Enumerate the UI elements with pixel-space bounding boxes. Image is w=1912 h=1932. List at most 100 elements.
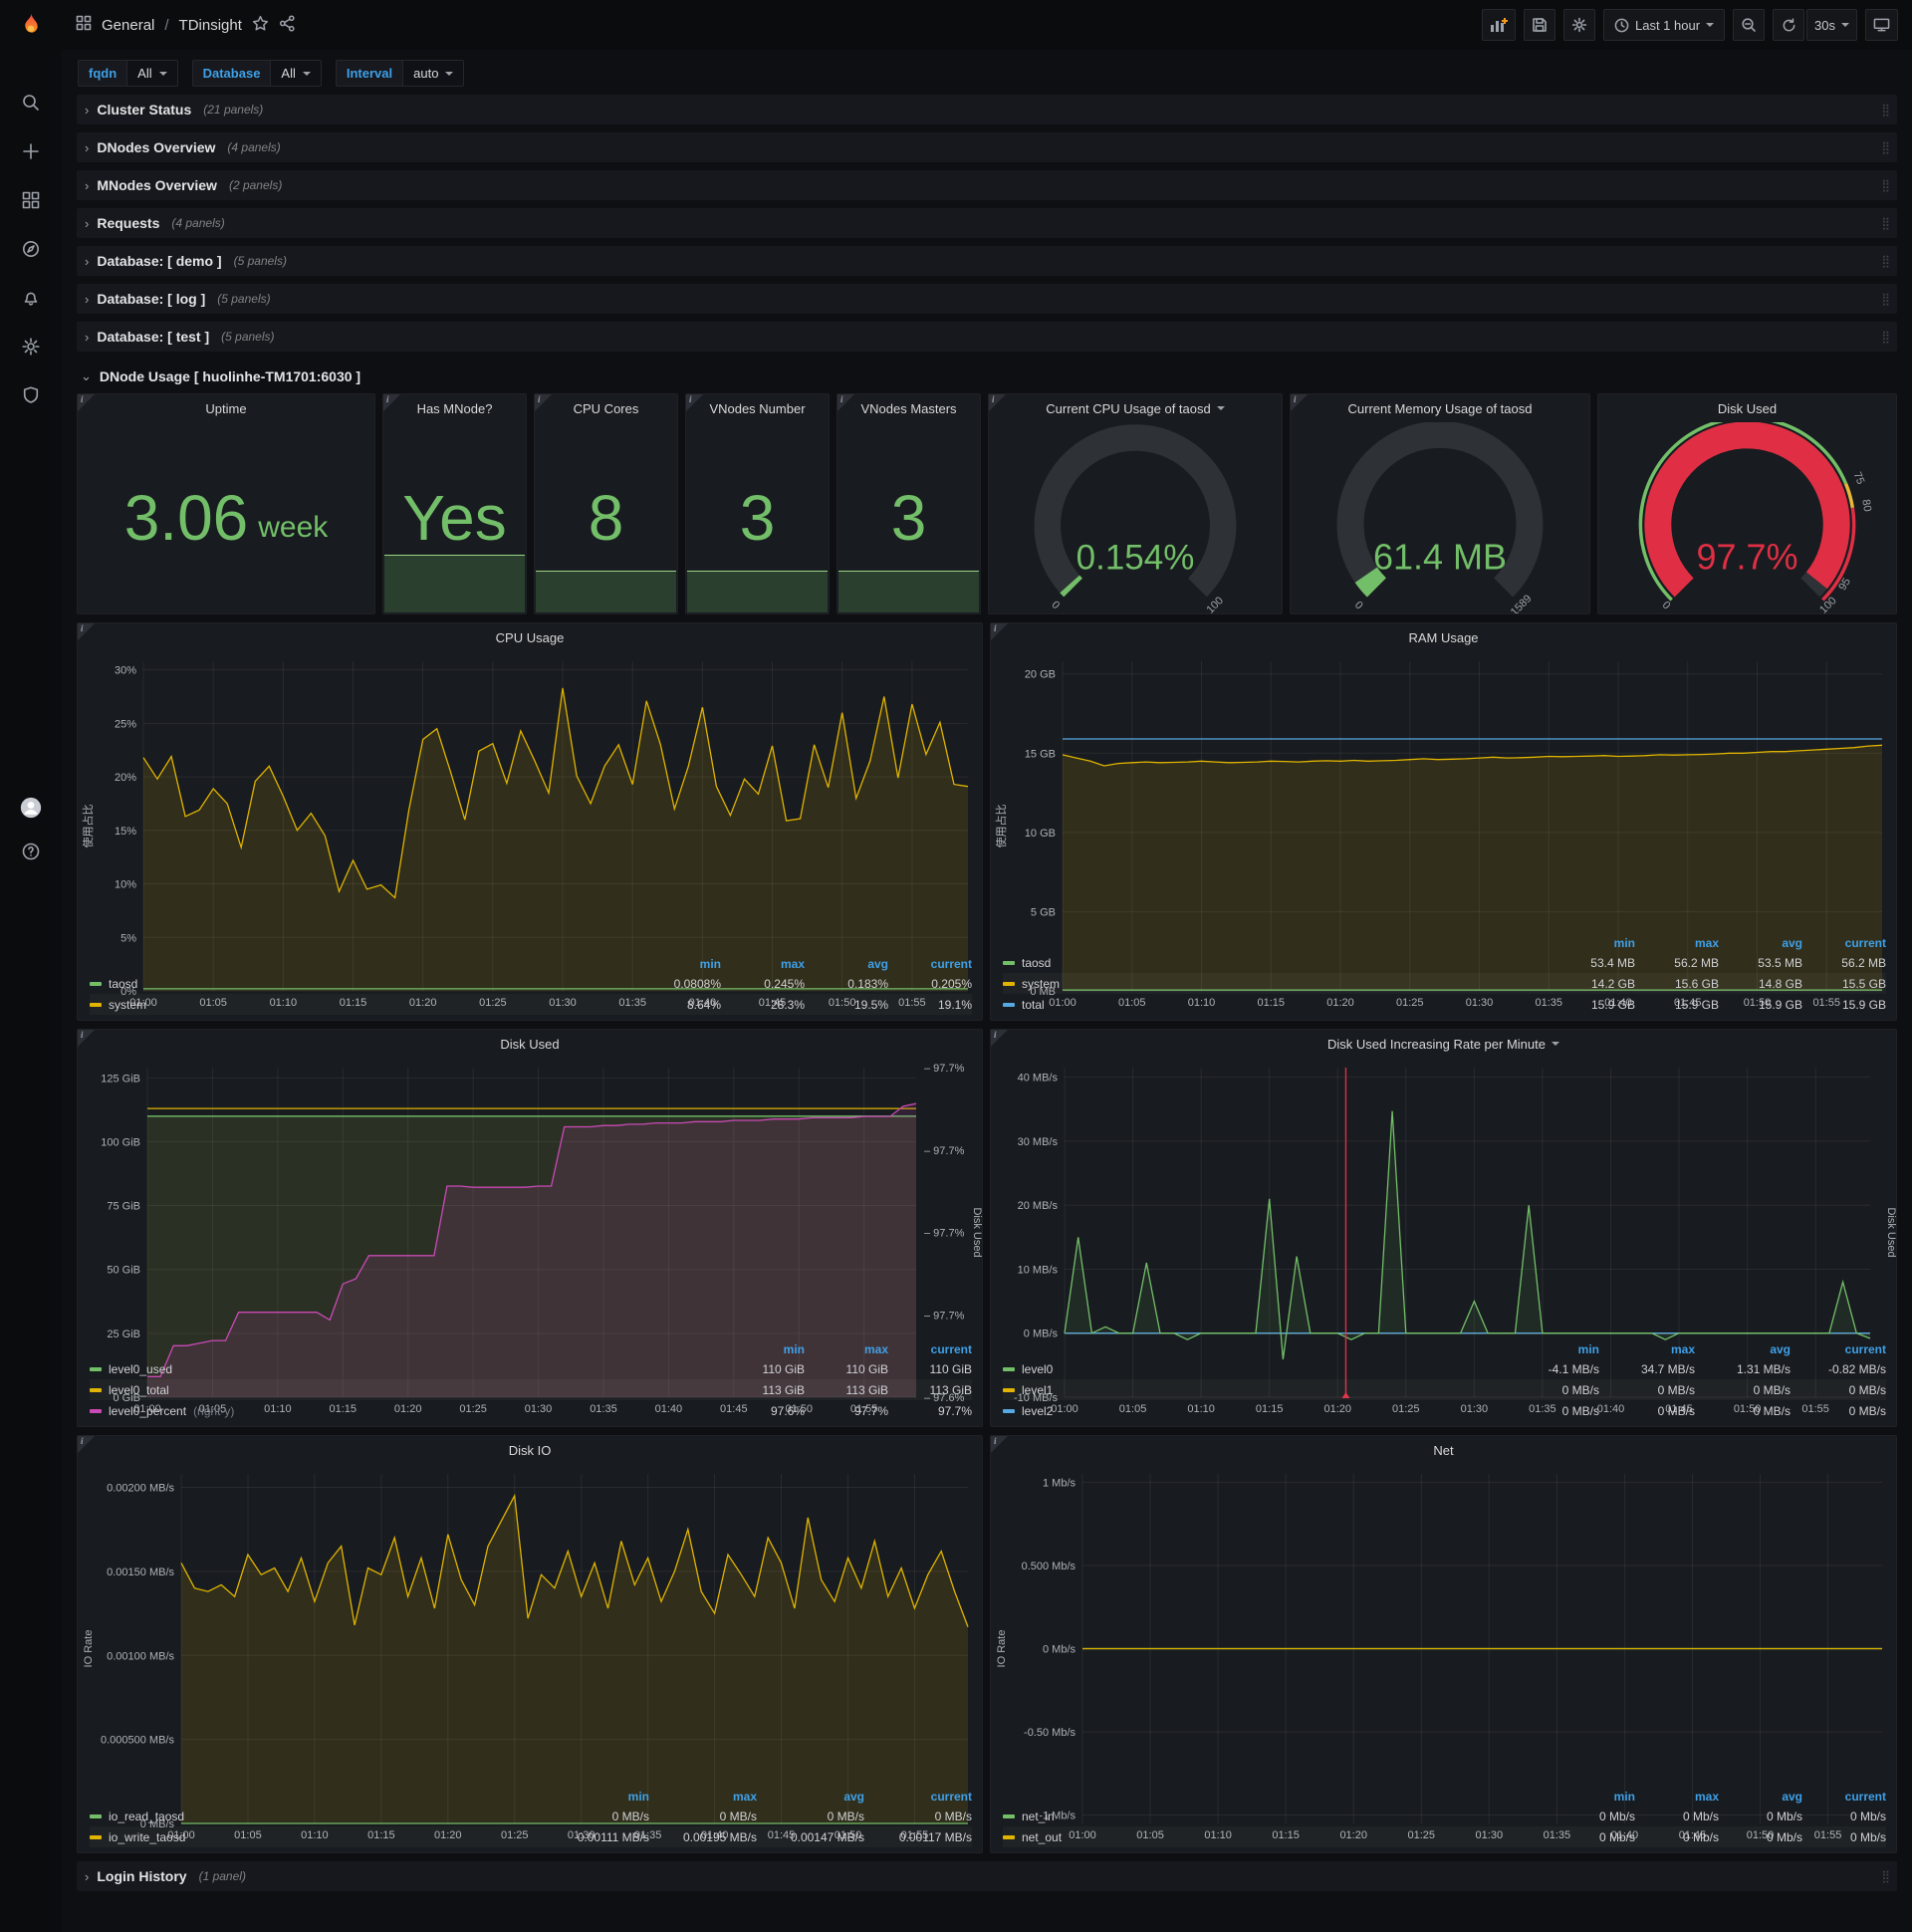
legend-row-system[interactable]: system 8.64% 28.3% 19.5% 19.1% [90,994,972,1015]
row-drag-handle[interactable]: ⣿ [1881,1869,1891,1883]
panel-title[interactable]: Disk Used Increasing Rate per Minute [991,1030,1896,1058]
zoom-out-time-button[interactable] [1733,9,1766,41]
row-drag-handle[interactable]: ⣿ [1881,178,1891,192]
variable-value-database[interactable]: All [270,60,322,87]
legend-sort-avg[interactable]: avg [1695,1342,1791,1356]
row-cluster-status[interactable]: › Cluster Status (21 panels) ⣿ [77,95,1897,124]
row-drag-handle[interactable]: ⣿ [1881,330,1891,344]
disk-io-chart[interactable]: 0.00200 MB/s 0.00150 MB/s 0.00100 MB/s 0.00… [78,1464,982,1841]
legend-row-net_in[interactable]: net_in 0 Mb/s 0 Mb/s 0 Mb/s 0 Mb/s [1003,1806,1886,1826]
share-icon[interactable] [279,14,296,36]
legend-sort-min[interactable]: min [542,1790,649,1804]
panel-title[interactable]: Disk Used [1598,394,1896,422]
legend-row-level0_used[interactable]: level0_used 110 GiB 110 GiB 110 GiB [90,1358,972,1379]
legend-sort-max[interactable]: max [805,1342,888,1356]
legend-row-taosd[interactable]: taosd 53.4 MB 56.2 MB 53.5 MB 56.2 MB [1003,952,1886,973]
legend-row-io_read_taosd[interactable]: io_read_taosd 0 MB/s 0 MB/s 0 MB/s 0 MB/s [90,1806,972,1826]
panel-title[interactable]: CPU Cores [535,394,677,422]
panel-info-icon[interactable]: i [78,1030,95,1047]
panel-info-icon[interactable]: i [991,1030,1008,1047]
panel-info-icon[interactable]: i [78,394,95,411]
row-drag-handle[interactable]: ⣿ [1881,103,1891,117]
ram-usage-chart[interactable]: 20 GB 15 GB 10 GB 5 GB 0 MB 01:00 01:05 01:10 01… [991,651,1896,1009]
panel-info-icon[interactable]: i [1291,394,1308,411]
panel-info-icon[interactable]: i [991,623,1008,640]
legend-row-net_out[interactable]: net_out 0 Mb/s 0 Mb/s 0 Mb/s 0 Mb/s [1003,1826,1886,1847]
panel-title[interactable]: CPU Usage [78,623,982,651]
cpu-usage-chart[interactable]: 30% 25% 20% 15% 10% 5% 0% 01:00 01:05 01:10 01:15 0… [78,651,982,1009]
legend-sort-max[interactable]: max [721,957,805,971]
panel-title[interactable]: VNodes Number [686,394,829,422]
legend-sort-min[interactable]: min [721,1342,805,1356]
legend-row-taosd[interactable]: taosd 0.0808% 0.245% 0.183% 0.205% [90,973,972,994]
panel-info-icon[interactable]: i [78,1436,95,1453]
panel-info-icon[interactable]: i [989,394,1006,411]
alerting-bell-icon[interactable] [20,287,42,309]
row-drag-handle[interactable]: ⣿ [1881,216,1891,230]
row-database-log[interactable]: › Database: [ log ] (5 panels) ⣿ [77,284,1897,314]
panel-info-icon[interactable]: i [837,394,854,411]
row-drag-handle[interactable]: ⣿ [1881,254,1891,268]
memory-usage-gauge[interactable]: 0 1589 61.4 MB [1291,420,1589,618]
legend-sort-min[interactable]: min [1552,936,1635,950]
legend-sort-min[interactable]: min [637,957,721,971]
panel-info-icon[interactable]: i [991,1436,1008,1453]
time-range-picker[interactable]: Last 1 hour [1602,9,1726,41]
panel-title[interactable]: Has MNode? [383,394,526,422]
panel-title[interactable]: Disk Used [78,1030,982,1058]
explore-compass-icon[interactable] [20,238,42,260]
panel-title[interactable]: VNodes Masters [837,394,980,422]
legend-row-level0_percent[interactable]: level0_percent (right-y) 97.6% 97.7% 97.7% [90,1400,972,1421]
breadcrumb-dashboard[interactable]: TDinsight [179,17,242,34]
legend-sort-avg[interactable]: avg [757,1790,864,1804]
row-drag-handle[interactable]: ⣿ [1881,292,1891,306]
legend-sort-max[interactable]: max [1599,1342,1695,1356]
row-mnodes-overview[interactable]: › MNodes Overview (2 panels) ⣿ [77,170,1897,200]
legend-row-level2[interactable]: level2 0 MB/s 0 MB/s 0 MB/s 0 MB/s [1003,1400,1886,1421]
row-database-test[interactable]: › Database: [ test ] (5 panels) ⣿ [77,322,1897,352]
cpu-usage-gauge[interactable]: 0 100 0.154% [989,422,1282,616]
server-admin-shield-icon[interactable] [20,384,42,406]
legend-sort-avg[interactable]: avg [805,957,888,971]
panel-info-icon[interactable]: i [686,394,703,411]
legend-row-io_write_taosd[interactable]: io_write_taosd 0.00111 MB/s 0.00195 MB/s 0.… [90,1826,972,1847]
legend-row-total[interactable]: total 15.9 GB 15.9 GB 15.9 GB 15.9 GB [1003,994,1886,1015]
dashboards-icon[interactable] [20,189,42,211]
star-icon[interactable] [252,15,269,36]
disk-used-chart[interactable]: 125 GiB 100 GiB 75 GiB 50 GiB 25 GiB 0 GiB 01:… [78,1058,983,1415]
legend-sort-min[interactable]: min [1552,1790,1635,1804]
variable-value-fqdn[interactable]: All [126,60,178,87]
legend-sort-max[interactable]: max [649,1790,757,1804]
panel-info-icon[interactable]: i [383,394,400,411]
legend-row-system[interactable]: system 14.2 GB 15.6 GB 14.8 GB 15.5 GB [1003,973,1886,994]
help-icon[interactable] [20,841,42,862]
row-dnodes-overview[interactable]: › DNodes Overview (4 panels) ⣿ [77,132,1897,162]
panel-info-icon[interactable]: i [78,623,95,640]
cycle-view-mode-button[interactable] [1865,9,1898,41]
net-chart[interactable]: 1 Mb/s 0.500 Mb/s 0 Mb/s -0.50 Mb/s -1 Mb/s 0… [991,1464,1896,1841]
disk-rate-chart[interactable]: 40 MB/s 30 MB/s 20 MB/s 10 MB/s 0 MB/s -10 MB… [991,1058,1897,1415]
legend-sort-current[interactable]: current [888,1342,972,1356]
refresh-button[interactable] [1773,9,1805,41]
legend-sort-current[interactable]: current [864,1790,972,1804]
panel-title[interactable]: Disk IO [78,1436,982,1464]
create-plus-icon[interactable] [20,140,42,162]
legend-row-level1[interactable]: level1 0 MB/s 0 MB/s 0 MB/s 0 MB/s [1003,1379,1886,1400]
avatar[interactable] [20,797,42,819]
add-panel-button[interactable] [1481,9,1516,41]
dashboard-settings-button[interactable] [1562,9,1595,41]
configuration-gear-icon[interactable] [20,336,42,358]
panel-info-icon[interactable]: i [535,394,552,411]
legend-sort-avg[interactable]: avg [1719,936,1802,950]
disk-used-gauge[interactable]: 0 75 80 95 100 97.7% [1598,415,1896,616]
breadcrumb-section[interactable]: General [102,17,154,34]
row-dnode-usage[interactable]: ⌄ DNode Usage [ huolinhe-TM1701:6030 ] [77,360,1897,393]
legend-sort-current[interactable]: current [1802,936,1886,950]
legend-sort-max[interactable]: max [1635,936,1719,950]
legend-sort-current[interactable]: current [1802,1790,1886,1804]
legend-sort-current[interactable]: current [888,957,972,971]
row-database-demo[interactable]: › Database: [ demo ] (5 panels) ⣿ [77,246,1897,276]
panel-title[interactable]: Uptime [78,394,374,422]
panel-title[interactable]: RAM Usage [991,623,1896,651]
row-drag-handle[interactable]: ⣿ [1881,140,1891,154]
